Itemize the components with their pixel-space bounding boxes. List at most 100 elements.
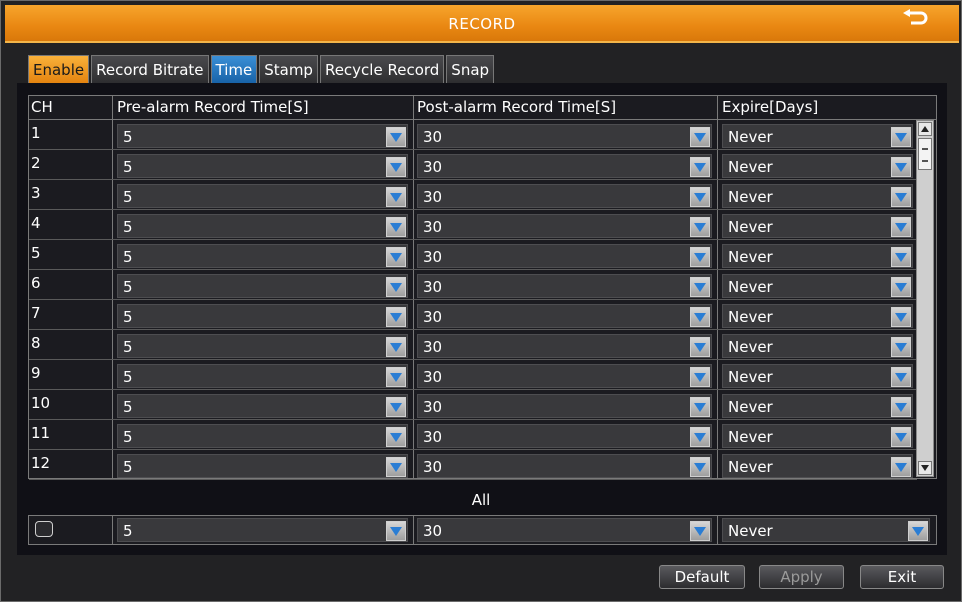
post-alarm-select[interactable]: 30 [417, 124, 712, 148]
pre-alarm-select[interactable]: 5 [117, 394, 408, 418]
header-post-alarm: Post-alarm Record Time[S] [417, 98, 617, 116]
pre-alarm-select[interactable]: 5 [117, 364, 408, 388]
select-value: 5 [123, 158, 133, 176]
pre-alarm-select[interactable]: 5 [117, 304, 408, 328]
select-value: 5 [123, 128, 133, 146]
select-value: 30 [423, 458, 443, 476]
dropdown-arrow-icon [891, 247, 911, 267]
dropdown-arrow-icon [690, 307, 710, 327]
scroll-up-icon[interactable] [918, 122, 932, 136]
tab-recycle-record[interactable]: Recycle Record [319, 55, 445, 83]
expire-select[interactable]: Never [722, 364, 913, 388]
channel-number: 2 [31, 154, 41, 172]
dropdown-arrow-icon [386, 427, 406, 447]
expire-select[interactable]: Never [722, 124, 913, 148]
select-value: Never [728, 128, 773, 146]
dropdown-arrow-icon [690, 367, 710, 387]
tab-record-bitrate[interactable]: Record Bitrate [91, 55, 209, 83]
select-value: 5 [123, 188, 133, 206]
channel-number: 10 [31, 394, 51, 412]
table-scrollbar[interactable] [916, 120, 934, 477]
column-divider [717, 516, 718, 544]
return-arrow-icon[interactable] [901, 9, 929, 29]
dropdown-arrow-icon [891, 157, 911, 177]
expire-select[interactable]: Never [722, 304, 913, 328]
pre-alarm-select[interactable]: 5 [117, 154, 408, 178]
apply-button[interactable]: Apply [759, 565, 844, 589]
column-divider [112, 516, 113, 544]
tab-snap[interactable]: Snap [446, 55, 495, 83]
dropdown-arrow-icon [891, 277, 911, 297]
dropdown-arrow-icon [690, 217, 710, 237]
channel-number: 12 [31, 454, 51, 472]
table-row: 8 5 30 Never [29, 330, 917, 360]
tab-time[interactable]: Time [210, 55, 258, 83]
all-expire-select[interactable]: Never [722, 518, 930, 542]
post-alarm-select[interactable]: 30 [417, 364, 712, 388]
scroll-thumb[interactable] [918, 138, 932, 170]
select-value: Never [728, 522, 773, 540]
pre-alarm-select[interactable]: 5 [117, 454, 408, 478]
expire-select[interactable]: Never [722, 214, 913, 238]
scroll-down-icon[interactable] [918, 461, 932, 475]
select-value: 30 [423, 188, 443, 206]
expire-select[interactable]: Never [722, 154, 913, 178]
pre-alarm-select[interactable]: 5 [117, 334, 408, 358]
tab-stamp[interactable]: Stamp [259, 55, 318, 83]
expire-select[interactable]: Never [722, 454, 913, 478]
pre-alarm-select[interactable]: 5 [117, 184, 408, 208]
post-alarm-select[interactable]: 30 [417, 214, 712, 238]
channel-number: 9 [31, 364, 41, 382]
dropdown-arrow-icon [690, 397, 710, 417]
table-row: 1 5 30 Never [29, 120, 917, 150]
dropdown-arrow-icon [386, 457, 406, 477]
all-pre-alarm-select[interactable]: 5 [117, 518, 408, 542]
all-channels-row: 5 30 Never [28, 515, 937, 545]
post-alarm-select[interactable]: 30 [417, 424, 712, 448]
post-alarm-select[interactable]: 30 [417, 244, 712, 268]
all-post-alarm-select[interactable]: 30 [417, 518, 712, 542]
post-alarm-select[interactable]: 30 [417, 454, 712, 478]
expire-select[interactable]: Never [722, 334, 913, 358]
expire-select[interactable]: Never [722, 394, 913, 418]
default-button[interactable]: Default [659, 565, 745, 589]
dropdown-arrow-icon [386, 337, 406, 357]
pre-alarm-select[interactable]: 5 [117, 244, 408, 268]
select-value: 30 [423, 278, 443, 296]
select-value: Never [728, 398, 773, 416]
pre-alarm-select[interactable]: 5 [117, 214, 408, 238]
expire-select[interactable]: Never [722, 244, 913, 268]
channel-number: 4 [31, 214, 41, 232]
select-value: 30 [423, 428, 443, 446]
post-alarm-select[interactable]: 30 [417, 184, 712, 208]
table-row: 3 5 30 Never [29, 180, 917, 210]
dropdown-arrow-icon [386, 277, 406, 297]
select-value: Never [728, 278, 773, 296]
dropdown-arrow-icon [690, 187, 710, 207]
dropdown-arrow-icon [891, 217, 911, 237]
table-row: 6 5 30 Never [29, 270, 917, 300]
dropdown-arrow-icon [891, 367, 911, 387]
all-checkbox[interactable] [35, 521, 53, 537]
exit-button[interactable]: Exit [860, 565, 944, 589]
pre-alarm-select[interactable]: 5 [117, 424, 408, 448]
dropdown-arrow-icon [891, 457, 911, 477]
expire-select[interactable]: Never [722, 184, 913, 208]
tab-enable[interactable]: Enable [28, 55, 90, 83]
post-alarm-select[interactable]: 30 [417, 154, 712, 178]
post-alarm-select[interactable]: 30 [417, 274, 712, 298]
dropdown-arrow-icon [891, 307, 911, 327]
expire-select[interactable]: Never [722, 424, 913, 448]
post-alarm-select[interactable]: 30 [417, 334, 712, 358]
post-alarm-select[interactable]: 30 [417, 394, 712, 418]
channel-number: 5 [31, 244, 41, 262]
select-value: Never [728, 248, 773, 266]
dropdown-arrow-icon [386, 367, 406, 387]
channel-number: 6 [31, 274, 41, 292]
select-value: 5 [123, 308, 133, 326]
post-alarm-select[interactable]: 30 [417, 304, 712, 328]
select-value: 5 [123, 458, 133, 476]
pre-alarm-select[interactable]: 5 [117, 124, 408, 148]
expire-select[interactable]: Never [722, 274, 913, 298]
pre-alarm-select[interactable]: 5 [117, 274, 408, 298]
